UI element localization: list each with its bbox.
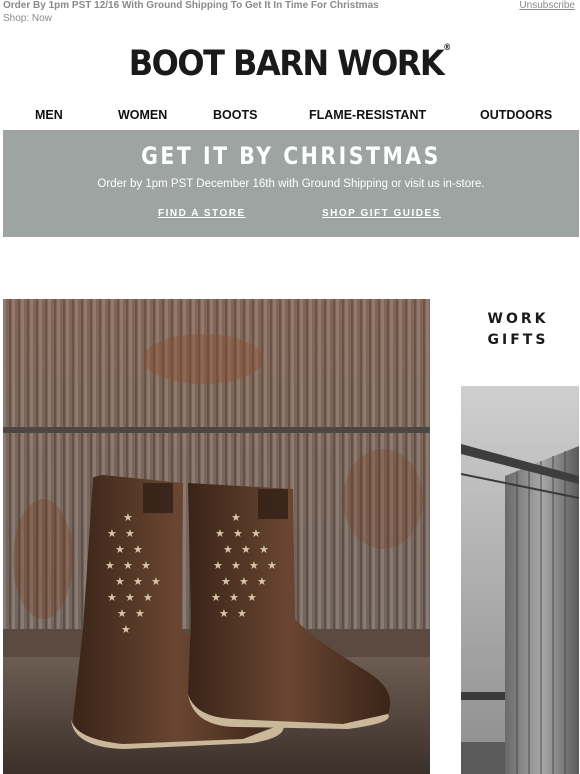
svg-text:★: ★ — [133, 543, 143, 556]
preheader: Order By 1pm PST 12/16 With Ground Shipp… — [3, 0, 577, 26]
boots-image: ★★ ★ ★ ★★ ★ ★★ ★ ★★ ★ ★★ ★★ ★★ ★ ★★ ★ ★★ ★ ★ ★★ ★… — [3, 299, 430, 774]
svg-text:★: ★ — [229, 591, 239, 604]
svg-text:★: ★ — [231, 559, 241, 572]
christmas-banner: GET IT BY CHRISTMAS Order by 1pm PST Dec… — [3, 130, 579, 237]
nav-item-flame-resistant[interactable]: FLAME-RESISTANT — [309, 108, 426, 122]
svg-text:★: ★ — [123, 511, 133, 524]
nav-item-boots[interactable]: BOOTS — [213, 108, 257, 122]
unsubscribe-link[interactable]: Unsubscribe — [519, 0, 575, 11]
svg-text:★: ★ — [125, 527, 135, 540]
brand-logo[interactable]: BOOT BARN WORK® — [0, 42, 580, 83]
preheader-shop-now[interactable]: Shop: Now — [3, 13, 52, 24]
svg-text:★: ★ — [223, 543, 233, 556]
svg-text:★: ★ — [115, 575, 125, 588]
banner-title: GET IT BY CHRISTMAS — [141, 142, 441, 170]
work-gifts-line2: GIFTS — [487, 332, 549, 348]
work-gifts-heading: WORK GIFTS — [470, 309, 566, 351]
svg-text:★: ★ — [211, 591, 221, 604]
industrial-image — [461, 386, 579, 774]
nav-item-outdoors[interactable]: OUTDOORS — [480, 108, 552, 122]
svg-text:★: ★ — [143, 591, 153, 604]
svg-text:★: ★ — [259, 543, 269, 556]
preheader-headline: Order By 1pm PST 12/16 With Ground Shipp… — [3, 0, 379, 11]
banner-subtitle: Order by 1pm PST December 16th with Grou… — [97, 178, 485, 190]
svg-text:★: ★ — [237, 607, 247, 620]
find-a-store-link[interactable]: FIND A STORE — [158, 208, 246, 219]
svg-text:★: ★ — [117, 607, 127, 620]
nav-item-men[interactable]: MEN — [35, 108, 63, 122]
svg-text:★: ★ — [239, 575, 249, 588]
svg-text:★: ★ — [251, 527, 261, 540]
nav-item-women[interactable]: WOMEN — [118, 108, 167, 122]
svg-text:★: ★ — [215, 527, 225, 540]
logo-text: BOOT BARN WORK — [128, 42, 445, 84]
hero-boots-photo[interactable]: ★ ★ ★ ★ ★ ★ ★ ★ ★ ★ ★ ★ ★ ★ ★ ★ ★ ★ ★ ★ ★ ★ ★ ★ ★ ★ ★ ★ ★ ★… — [3, 299, 430, 774]
shop-gift-guides-link[interactable]: SHOP GIFT GUIDES — [322, 208, 441, 219]
svg-text:★: ★ — [249, 559, 259, 572]
svg-text:★: ★ — [221, 575, 231, 588]
svg-text:★: ★ — [121, 623, 131, 636]
svg-text:★: ★ — [267, 559, 277, 572]
main-nav: MEN WOMEN BOOTS FLAME-RESISTANT OUTDOORS — [0, 104, 580, 128]
svg-text:★: ★ — [105, 559, 115, 572]
svg-text:★: ★ — [247, 591, 257, 604]
svg-text:★: ★ — [125, 591, 135, 604]
svg-text:★: ★ — [219, 607, 229, 620]
work-gifts-line1: WORK — [487, 311, 549, 327]
svg-text:★: ★ — [233, 527, 243, 540]
svg-text:★: ★ — [123, 559, 133, 572]
work-gifts-photo[interactable] — [461, 386, 579, 774]
svg-text:★: ★ — [133, 575, 143, 588]
svg-text:★: ★ — [213, 559, 223, 572]
svg-text:★: ★ — [241, 543, 251, 556]
svg-text:★: ★ — [231, 511, 241, 524]
svg-text:★: ★ — [115, 543, 125, 556]
svg-text:★: ★ — [257, 575, 267, 588]
svg-text:★: ★ — [151, 575, 161, 588]
svg-text:★: ★ — [141, 559, 151, 572]
svg-text:★: ★ — [135, 607, 145, 620]
svg-text:★: ★ — [107, 591, 117, 604]
registered-mark: ® — [443, 42, 452, 53]
svg-text:★: ★ — [107, 527, 117, 540]
